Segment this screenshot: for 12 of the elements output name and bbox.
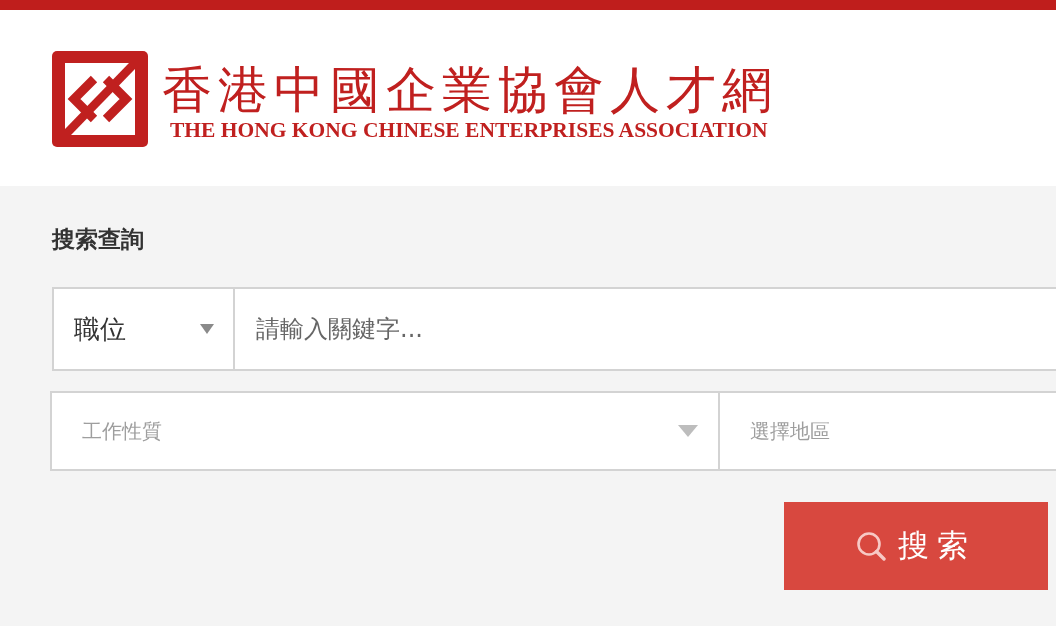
- search-heading: 搜索查詢: [52, 225, 144, 254]
- keyword-input-field[interactable]: 請輸入關鍵字...: [235, 287, 1056, 371]
- category-select[interactable]: 職位: [52, 287, 235, 371]
- search-icon: [856, 531, 886, 561]
- logo-subtitle: THE HONG KONG CHINESE ENTERPRISES ASSOCIATION: [170, 119, 768, 141]
- logo-title: 香港中國企業協會人才網: [162, 61, 778, 119]
- region-select[interactable]: 選擇地區: [720, 391, 1056, 471]
- caret-icon: [200, 324, 214, 334]
- logo-emblem-icon: [52, 51, 148, 147]
- caret-icon: [678, 425, 698, 437]
- job-type-select[interactable]: 工作性質: [50, 391, 720, 471]
- search-button[interactable]: 搜索: [784, 502, 1048, 590]
